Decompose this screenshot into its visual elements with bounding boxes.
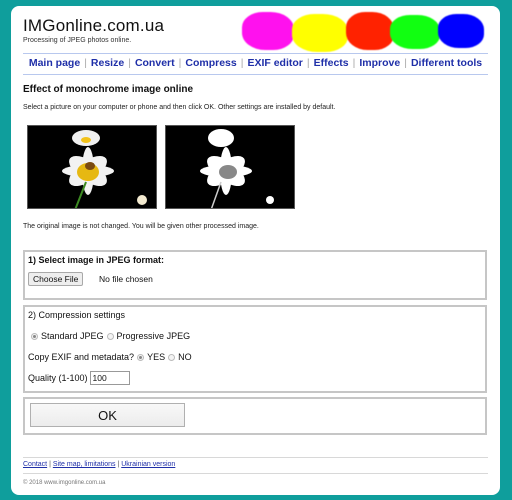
- footer-bottom-divider: [23, 473, 488, 474]
- nav-separator: |: [306, 57, 310, 69]
- yellow-blob: [292, 14, 348, 52]
- footer-ukrainian-link[interactable]: Ukrainian version: [121, 461, 175, 468]
- exif-no-radio[interactable]: [168, 353, 176, 361]
- nav-separator: |: [352, 57, 356, 69]
- main-nav: Main page | Resize | Convert | Compress | EXIF e…: [23, 57, 488, 69]
- original-image: [27, 125, 157, 209]
- processed-image: [165, 125, 295, 209]
- nav-top-divider: [23, 53, 488, 54]
- site-subtitle: Processing of JPEG photos online.: [23, 37, 132, 44]
- nav-compress[interactable]: Compress: [185, 57, 236, 69]
- exif-label: Copy EXIF and metadata?: [28, 352, 135, 362]
- quality-input[interactable]: [89, 371, 130, 385]
- nav-improve[interactable]: Improve: [359, 57, 400, 69]
- nav-separator: |: [404, 57, 407, 69]
- section1-title: 1) Select image in JPEG format:: [28, 255, 165, 265]
- magenta-blob: [242, 12, 294, 50]
- file-status: No file chosen: [99, 274, 153, 284]
- section2-title: 2) Compression settings: [28, 310, 126, 320]
- site-title[interactable]: IMGonline.com.ua: [23, 16, 164, 36]
- green-blob: [390, 15, 440, 49]
- nav-different-tools[interactable]: Different tools: [411, 57, 482, 69]
- daisy-monochrome-graphic: [166, 126, 294, 208]
- blue-blob: [438, 14, 484, 48]
- page-container: IMGonline.com.ua Processing of JPEG phot…: [11, 6, 500, 495]
- nav-effects[interactable]: Effects: [314, 57, 349, 69]
- site-header: IMGonline.com.ua Processing of JPEG phot…: [23, 16, 164, 44]
- quality-row: Quality (1-100): [28, 371, 130, 385]
- nav-separator: |: [240, 57, 244, 69]
- select-image-section: 1) Select image in JPEG format: Choose F…: [23, 250, 487, 300]
- progressive-jpeg-label[interactable]: Progressive JPEG: [117, 331, 191, 341]
- copyright-text: © 2018 www.imgonline.com.ua: [23, 480, 106, 486]
- exif-yes-radio[interactable]: [137, 353, 145, 361]
- ok-button[interactable]: OK: [30, 403, 185, 427]
- standard-jpeg-radio[interactable]: [31, 332, 38, 340]
- nav-separator: |: [128, 57, 131, 69]
- choose-file-button[interactable]: Choose File: [28, 272, 84, 286]
- exif-yes-label[interactable]: YES: [147, 352, 165, 362]
- footer-separator: |: [117, 461, 120, 468]
- intro-text: Select a picture on your computer or pho…: [23, 104, 336, 111]
- nav-separator: |: [84, 57, 87, 69]
- nav-exif-editor[interactable]: EXIF editor: [247, 57, 302, 69]
- processing-note: The original image is not changed. You w…: [23, 223, 259, 230]
- format-radio-group: Standard JPEG Progressive JPEG: [28, 331, 190, 341]
- submit-section: OK: [23, 397, 487, 435]
- nav-convert[interactable]: Convert: [135, 57, 175, 69]
- exif-no-label[interactable]: NO: [178, 352, 192, 362]
- nav-main-page[interactable]: Main page: [29, 57, 80, 69]
- progressive-jpeg-radio[interactable]: [106, 332, 114, 340]
- color-blobs-logo: [242, 12, 492, 52]
- footer-top-divider: [23, 457, 488, 458]
- red-blob: [346, 12, 394, 50]
- nav-resize[interactable]: Resize: [91, 57, 124, 69]
- quality-label: Quality (1-100): [28, 373, 88, 383]
- nav-bottom-divider: [23, 74, 488, 75]
- footer-links: Contact | Site map, limitations | Ukrain…: [23, 461, 175, 468]
- compression-settings-section: 2) Compression settings Standard JPEG Pr…: [23, 305, 487, 393]
- footer-sitemap-link[interactable]: Site map, limitations: [53, 461, 116, 468]
- page-title: Effect of monochrome image online: [23, 84, 194, 95]
- nav-separator: |: [178, 57, 182, 69]
- daisy-original-graphic: [28, 126, 156, 208]
- exif-radio-group: Copy EXIF and metadata? YES NO: [28, 352, 192, 362]
- footer-separator: |: [49, 461, 51, 468]
- standard-jpeg-label[interactable]: Standard JPEG: [41, 331, 104, 341]
- footer-contact-link[interactable]: Contact: [23, 461, 47, 468]
